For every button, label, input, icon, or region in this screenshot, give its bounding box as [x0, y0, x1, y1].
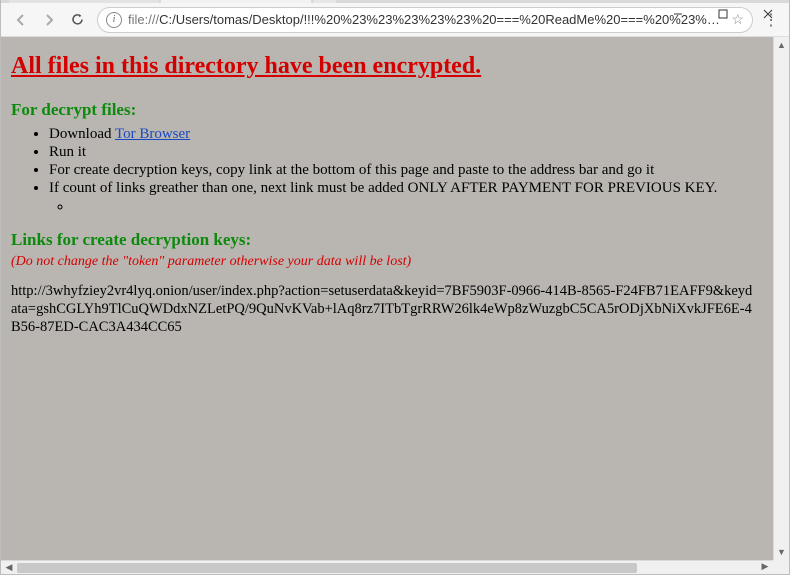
tor-browser-link[interactable]: Tor Browser [115, 126, 190, 142]
section-heading-decrypt: For decrypt files: [11, 100, 761, 120]
horizontal-scrollbar[interactable]: ◀ ▶ [1, 560, 773, 574]
list-item: Run it [49, 144, 761, 161]
close-icon [763, 9, 773, 19]
scroll-up-icon[interactable]: ▲ [774, 37, 789, 53]
decryption-url: http://3whyfziey2vr4lyq.onion/user/index… [11, 282, 761, 336]
window-close-button[interactable] [745, 0, 790, 28]
list-item [73, 199, 761, 216]
window-maximize-button[interactable] [700, 0, 745, 28]
reload-icon [70, 12, 85, 27]
site-info-icon[interactable]: i [106, 12, 122, 28]
instructions-list: Download Tor Browser Run it For create d… [49, 126, 761, 216]
url-protocol: file:/// [128, 12, 159, 27]
page-body: All files in this directory have been en… [1, 37, 773, 560]
maximize-icon [718, 9, 728, 19]
arrow-right-icon [42, 13, 56, 27]
vertical-scrollbar[interactable]: ▲ ▼ [773, 37, 789, 560]
list-item-text: If count of links greather than one, nex… [49, 180, 717, 196]
url-text: file:///C:/Users/tomas/Desktop/!!!%20%23… [128, 12, 725, 27]
page-title: All files in this directory have been en… [11, 53, 761, 80]
scroll-left-icon[interactable]: ◀ [1, 561, 17, 574]
url-path: C:/Users/tomas/Desktop/!!!%20%23%23%23%2… [159, 12, 725, 27]
scroll-right-icon[interactable]: ▶ [757, 561, 773, 572]
reload-button[interactable] [65, 8, 89, 32]
page-viewport: All files in this directory have been en… [1, 37, 789, 574]
minimize-icon [673, 9, 683, 19]
window-minimize-button[interactable] [655, 0, 700, 28]
list-item: For create decryption keys, copy link at… [49, 162, 761, 179]
tab-compile[interactable]: Compile × [9, 0, 159, 3]
list-item: Download Tor Browser [49, 126, 761, 143]
back-button[interactable] [9, 8, 33, 32]
forward-button[interactable] [37, 8, 61, 32]
scroll-down-icon[interactable]: ▼ [774, 544, 789, 560]
section-heading-links: Links for create decryption keys: [11, 230, 761, 250]
scroll-corner [773, 560, 789, 574]
list-item: If count of links greather than one, nex… [49, 180, 761, 216]
scroll-thumb[interactable] [17, 563, 637, 573]
warning-note: (Do not change the "token" parameter oth… [11, 254, 761, 270]
arrow-left-icon [14, 13, 28, 27]
tab-readme[interactable]: ReadMe × [161, 0, 311, 3]
new-tab-button[interactable] [313, 0, 341, 3]
download-prefix: Download [49, 126, 115, 142]
